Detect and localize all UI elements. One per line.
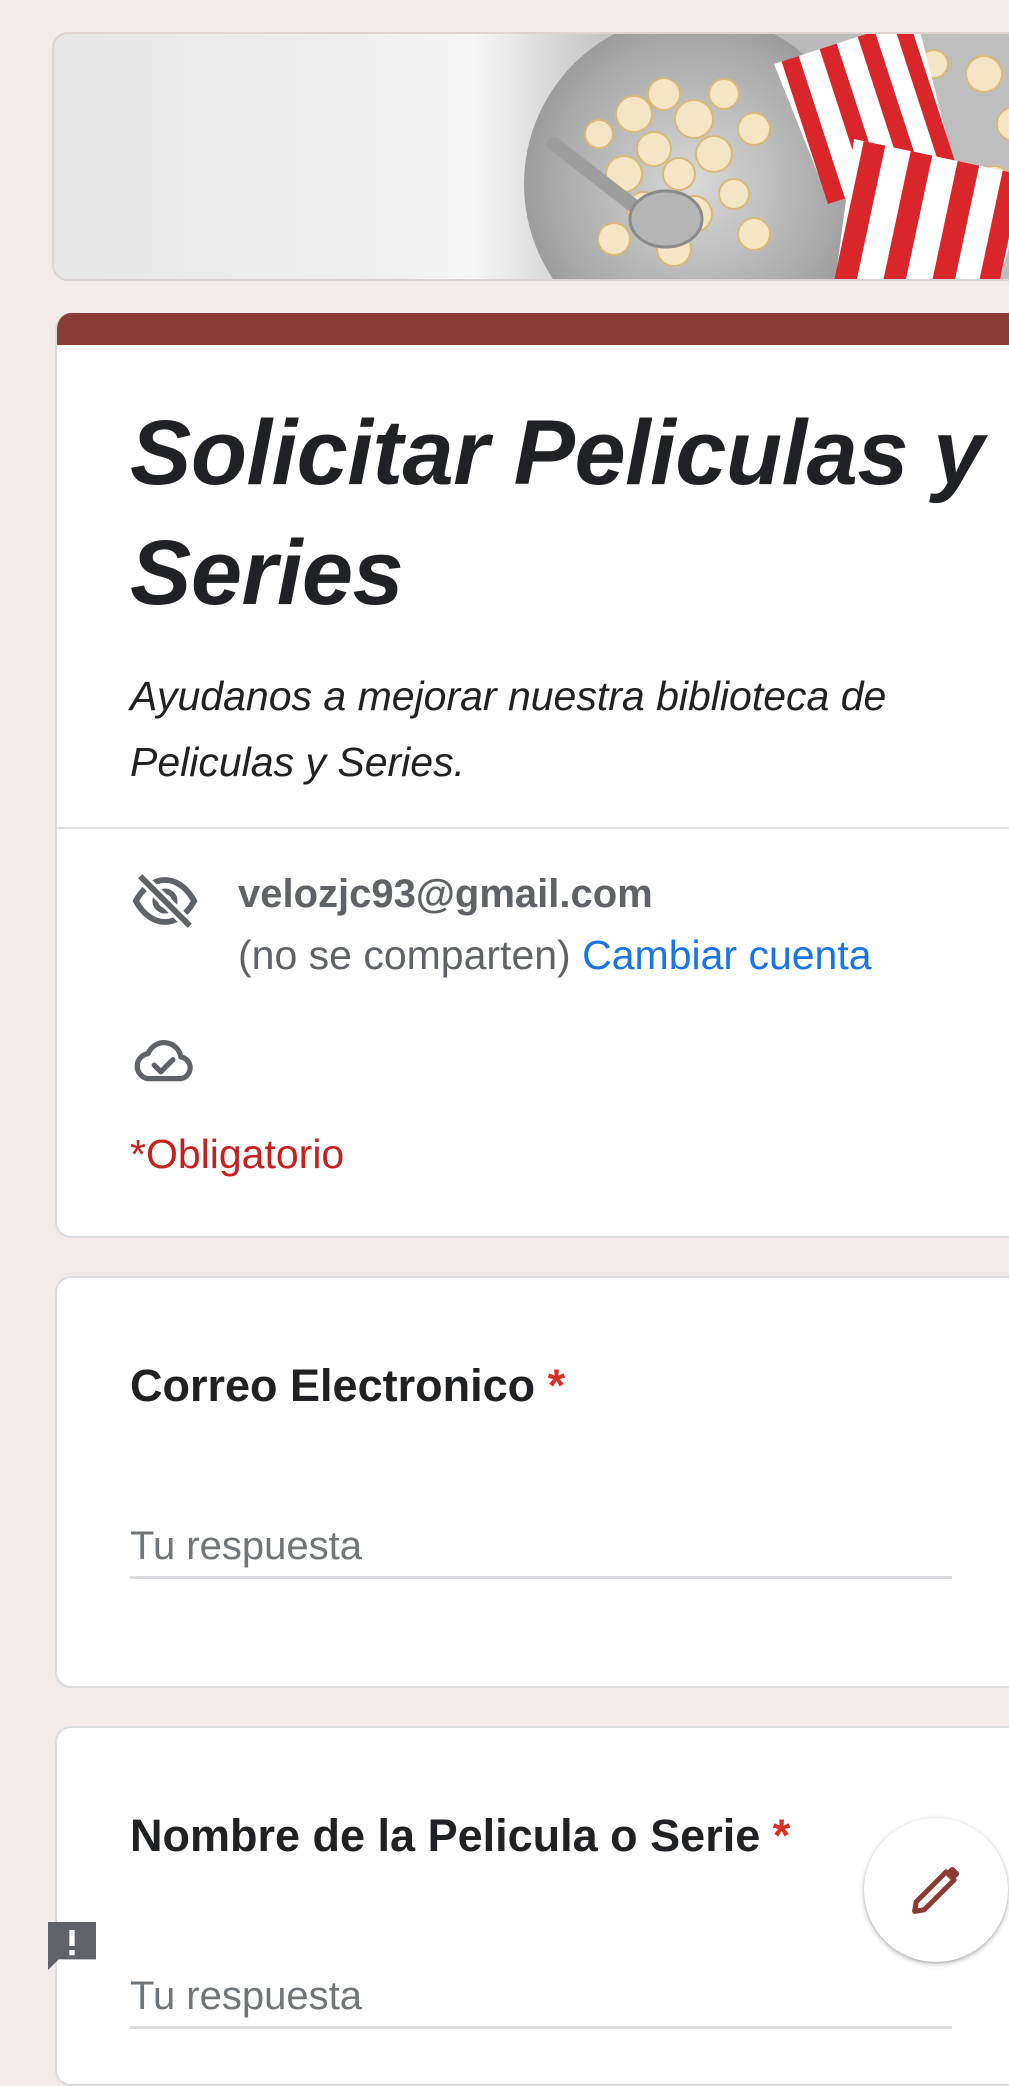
question-label: Correo Electronico [130,1360,536,1411]
report-icon[interactable] [40,1914,104,1978]
accent-bar [57,313,1009,345]
account-email: velozjc93@gmail.com [238,872,653,916]
form-header-card: Solicitar Peliculas y Series Ayudanos a … [55,313,1009,1238]
required-asterisk: * [772,1810,791,1861]
switch-account-link[interactable]: Cambiar cuenta [582,932,871,978]
sharing-note: (no se comparten) [238,932,571,978]
account-sharing-line: (no se comparten) Cambiar cuenta [238,927,872,983]
edit-button[interactable] [864,1818,1008,1962]
required-asterisk: * [547,1360,566,1411]
email-answer-input[interactable] [130,1516,952,1579]
form-description: Ayudanos a mejorar nuestra biblioteca de… [130,673,887,785]
required-note: *Obligatorio [130,1131,345,1177]
cloud-done-icon [134,1040,193,1082]
question-title: Correo Electronico * [130,1358,565,1414]
pencil-icon [912,1866,960,1914]
question-title: Nombre de la Pelicula o Serie * [130,1808,790,1864]
form-title: Solicitar Peliculas y Series [130,402,984,624]
popcorn-illustration [524,34,1009,279]
title-answer-input[interactable] [130,1966,952,2029]
question-card-email: Correo Electronico * [55,1276,1009,1688]
header-banner-image [52,32,1009,281]
divider [57,827,1009,829]
question-label: Nombre de la Pelicula o Serie [130,1810,761,1861]
eye-off-icon [132,872,198,930]
